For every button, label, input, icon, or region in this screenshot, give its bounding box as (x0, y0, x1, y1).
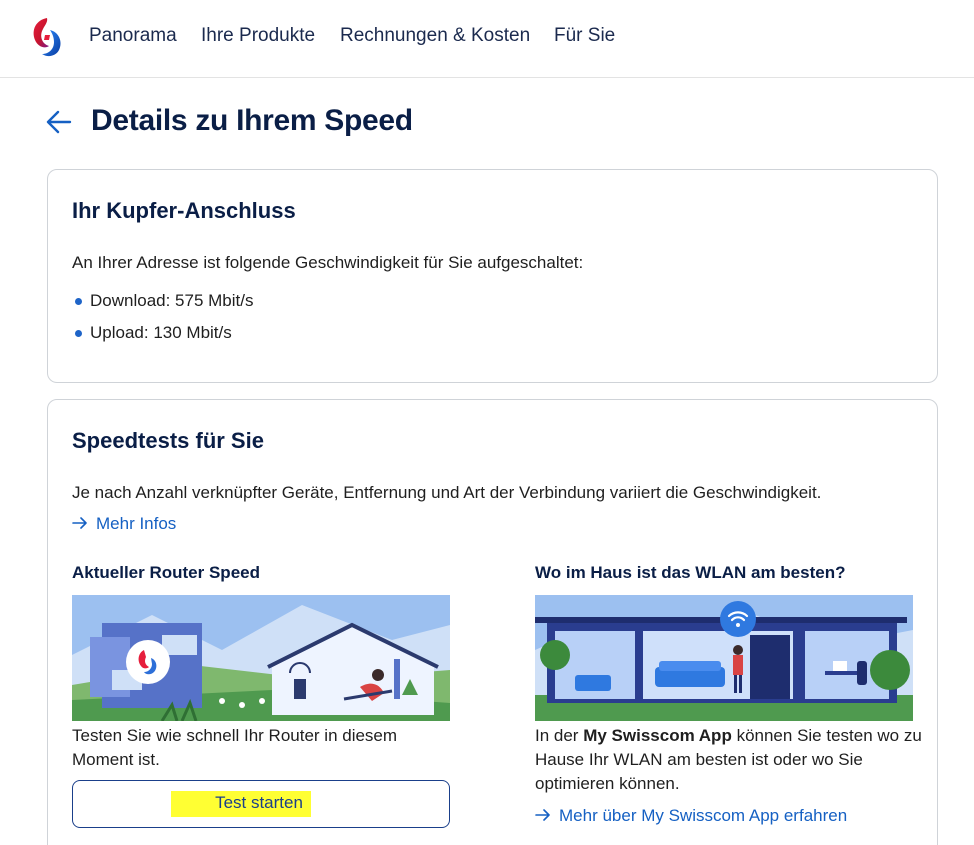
router-illustration (72, 595, 450, 721)
page-title: Details zu Ihrem Speed (91, 104, 413, 137)
speedtest-intro: Je nach Anzahl verknüpfter Geräte, Entfe… (72, 483, 822, 502)
more-info-label: Mehr Infos (96, 514, 177, 533)
my-swisscom-app-link-label: Mehr über My Swisscom App erfahren (559, 806, 848, 825)
wlan-text-prefix: In der (535, 726, 584, 745)
bullet (75, 330, 82, 337)
arrow-right-icon (535, 809, 550, 821)
nav-item-bills-costs[interactable]: Rechnungen & Kosten (340, 25, 530, 47)
top-navigation: Panorama Ihre Produkte Rechnungen & Kost… (0, 0, 974, 78)
my-swisscom-app-name: My Swisscom App (583, 726, 732, 745)
speedtest-card-title: Speedtests für Sie (72, 428, 264, 453)
router-speed-title: Aktueller Router Speed (72, 563, 260, 582)
router-description-line2: Moment ist. (72, 750, 160, 769)
wlan-title: Wo im Haus ist das WLAN am besten? (535, 563, 846, 582)
test-start-button[interactable]: Test starten (72, 780, 450, 828)
wlan-text-suffix: können Sie testen wo zu (731, 726, 922, 745)
router-description: Testen Sie wie schnell Ihr Router in die… (72, 724, 450, 772)
wlan-illustration (535, 595, 913, 721)
swisscom-logo[interactable] (30, 16, 64, 58)
connection-card-title: Ihr Kupfer-Anschluss (72, 198, 296, 223)
test-start-label: Test starten (171, 791, 311, 817)
nav-item-for-you[interactable]: Für Sie (554, 25, 615, 47)
upload-speed: Upload: 130 Mbit/s (90, 323, 232, 342)
connection-intro: An Ihrer Adresse ist folgende Geschwindi… (72, 253, 584, 272)
speedtest-card: Speedtests für Sie Je nach Anzahl verknü… (47, 399, 938, 845)
my-swisscom-app-link[interactable]: Mehr über My Swisscom App erfahren (535, 806, 847, 826)
nav-item-products[interactable]: Ihre Produkte (201, 25, 315, 47)
connection-card: Ihr Kupfer-Anschluss An Ihrer Adresse is… (47, 169, 938, 383)
router-description-line1: Testen Sie wie schnell Ihr Router in die… (72, 726, 398, 745)
download-speed: Download: 575 Mbit/s (90, 291, 254, 310)
bullet (75, 298, 82, 305)
wlan-description: In der My Swisscom App können Sie testen… (535, 724, 925, 796)
wlan-description-line2: Hause Ihr WLAN am besten ist oder wo Sie (535, 750, 863, 769)
more-info-link[interactable]: Mehr Infos (72, 514, 176, 534)
arrow-right-icon (72, 517, 87, 529)
nav-item-panorama[interactable]: Panorama (89, 25, 177, 47)
back-arrow-icon[interactable] (44, 106, 74, 138)
wlan-description-line3: optimieren können. (535, 774, 680, 793)
